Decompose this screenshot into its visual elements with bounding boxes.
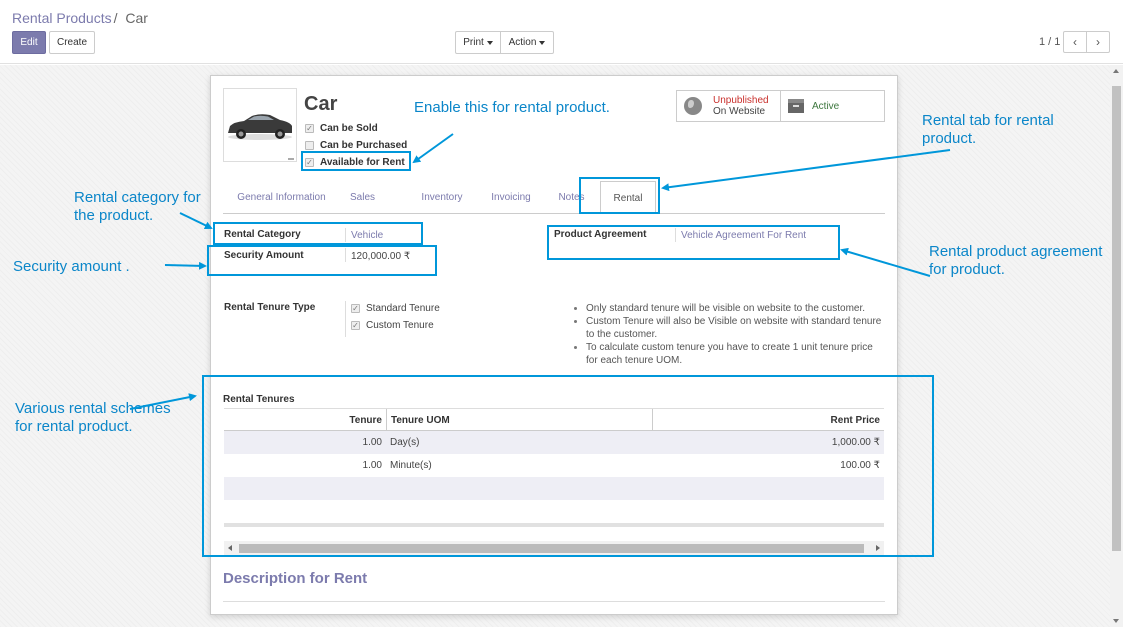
notebook-tabs: General Information Sales Inventory Invo…: [223, 181, 885, 214]
website-publish-button[interactable]: Unpublished On Website: [676, 90, 781, 122]
note-item: To calculate custom tenure you have to c…: [586, 341, 883, 367]
edit-button[interactable]: Edit: [12, 31, 46, 54]
product-image[interactable]: [223, 88, 297, 162]
note-item: Custom Tenure will also be Visible on we…: [586, 315, 883, 341]
action-label: Action: [508, 37, 537, 48]
annotation-box-available-for-rent: [301, 151, 411, 171]
pager-next-button[interactable]: ›: [1086, 31, 1110, 53]
scroll-up-icon[interactable]: [1113, 69, 1119, 73]
standard-tenure-label: Standard Tenure: [366, 303, 440, 314]
annotation-box-rental-category: [213, 222, 423, 245]
can-be-purchased-checkbox[interactable]: Can be Purchased: [305, 140, 407, 151]
checkmark-icon: ✓: [351, 304, 360, 313]
website-status-sub: On Website: [713, 106, 766, 117]
annotation-box-security-amount: [207, 245, 437, 276]
chevron-right-icon: ›: [1096, 35, 1100, 49]
caret-down-icon: [486, 40, 493, 45]
breadcrumb-parent-link[interactable]: Rental Products: [12, 10, 112, 26]
annotation-rental-schemes: Various rental schemes for rental produc…: [15, 400, 171, 436]
annotation-box-rental-tenures: [202, 375, 934, 557]
breadcrumb: Rental Products / Car: [12, 10, 148, 26]
website-status: Unpublished: [713, 95, 769, 106]
annotation-line: Rental product agreement: [929, 243, 1103, 260]
custom-tenure-checkbox[interactable]: ✓ Custom Tenure: [351, 320, 434, 331]
active-toggle-button[interactable]: Active: [780, 90, 885, 122]
tab-general-information[interactable]: General Information: [223, 181, 340, 214]
annotation-box-product-agreement: [547, 225, 840, 260]
note-item: Only standard tenure will be visible on …: [586, 302, 883, 315]
can-be-sold-label: Can be Sold: [320, 123, 378, 134]
pager-previous-button[interactable]: ‹: [1063, 31, 1087, 53]
description-for-rent-title: Description for Rent: [223, 570, 368, 587]
create-button[interactable]: Create: [49, 31, 95, 54]
chevron-left-icon: ‹: [1073, 35, 1077, 49]
scroll-down-icon[interactable]: [1113, 619, 1119, 623]
annotation-rental-tab: Rental tab for rental product.: [922, 112, 1054, 148]
pager-value[interactable]: 1 / 1: [1039, 36, 1060, 48]
action-dropdown-button[interactable]: Action: [500, 31, 554, 54]
active-label: Active: [812, 100, 840, 112]
annotation-product-agreement: Rental product agreement for product.: [929, 243, 1102, 279]
tab-inventory[interactable]: Inventory: [411, 181, 473, 214]
globe-icon: [684, 97, 702, 115]
custom-tenure-label: Custom Tenure: [366, 320, 434, 331]
annotation-line: product.: [922, 130, 977, 147]
annotation-line: the product.: [74, 207, 154, 224]
checkmark-icon: ✓: [305, 124, 314, 133]
product-name: Car: [304, 93, 338, 115]
caret-down-icon: [539, 40, 546, 45]
annotation-enable-rental: Enable this for rental product.: [414, 99, 610, 116]
control-panel: Rental Products / Car Edit Create Print A…: [0, 0, 1123, 64]
annotation-box-rental-tab: [579, 177, 660, 214]
annotation-security-amount: Security amount .: [13, 258, 130, 275]
annotation-line: Rental category for: [74, 189, 201, 206]
car-image-icon: [228, 114, 294, 160]
checkmark-icon: ✓: [351, 321, 360, 330]
description-divider: [223, 601, 885, 602]
print-label: Print: [463, 37, 484, 48]
tab-sales[interactable]: Sales: [340, 181, 385, 214]
vertical-scrollbar[interactable]: [1110, 65, 1123, 627]
scrollbar-thumb[interactable]: [1112, 86, 1121, 551]
standard-tenure-checkbox[interactable]: ✓ Standard Tenure: [351, 303, 440, 314]
annotation-line: Rental tab for rental: [922, 112, 1054, 129]
rental-tenure-type-label: Rental Tenure Type: [224, 302, 316, 313]
can-be-sold-checkbox[interactable]: ✓ Can be Sold: [305, 123, 378, 134]
tenure-notes: Only standard tenure will be visible on …: [573, 302, 883, 367]
breadcrumb-current: Car: [125, 10, 148, 26]
empty-checkbox-icon: [305, 141, 314, 150]
print-dropdown-button[interactable]: Print: [455, 31, 501, 54]
can-be-purchased-label: Can be Purchased: [320, 140, 408, 151]
annotation-line: Various rental schemes: [15, 400, 171, 417]
field-divider: [345, 301, 346, 337]
breadcrumb-separator: /: [113, 10, 118, 26]
annotation-rental-category: Rental category for the product.: [74, 189, 201, 225]
annotation-line: for rental product.: [15, 418, 133, 435]
archive-icon: [788, 99, 804, 113]
annotation-line: for product.: [929, 261, 1005, 278]
tab-invoicing[interactable]: Invoicing: [478, 181, 544, 214]
